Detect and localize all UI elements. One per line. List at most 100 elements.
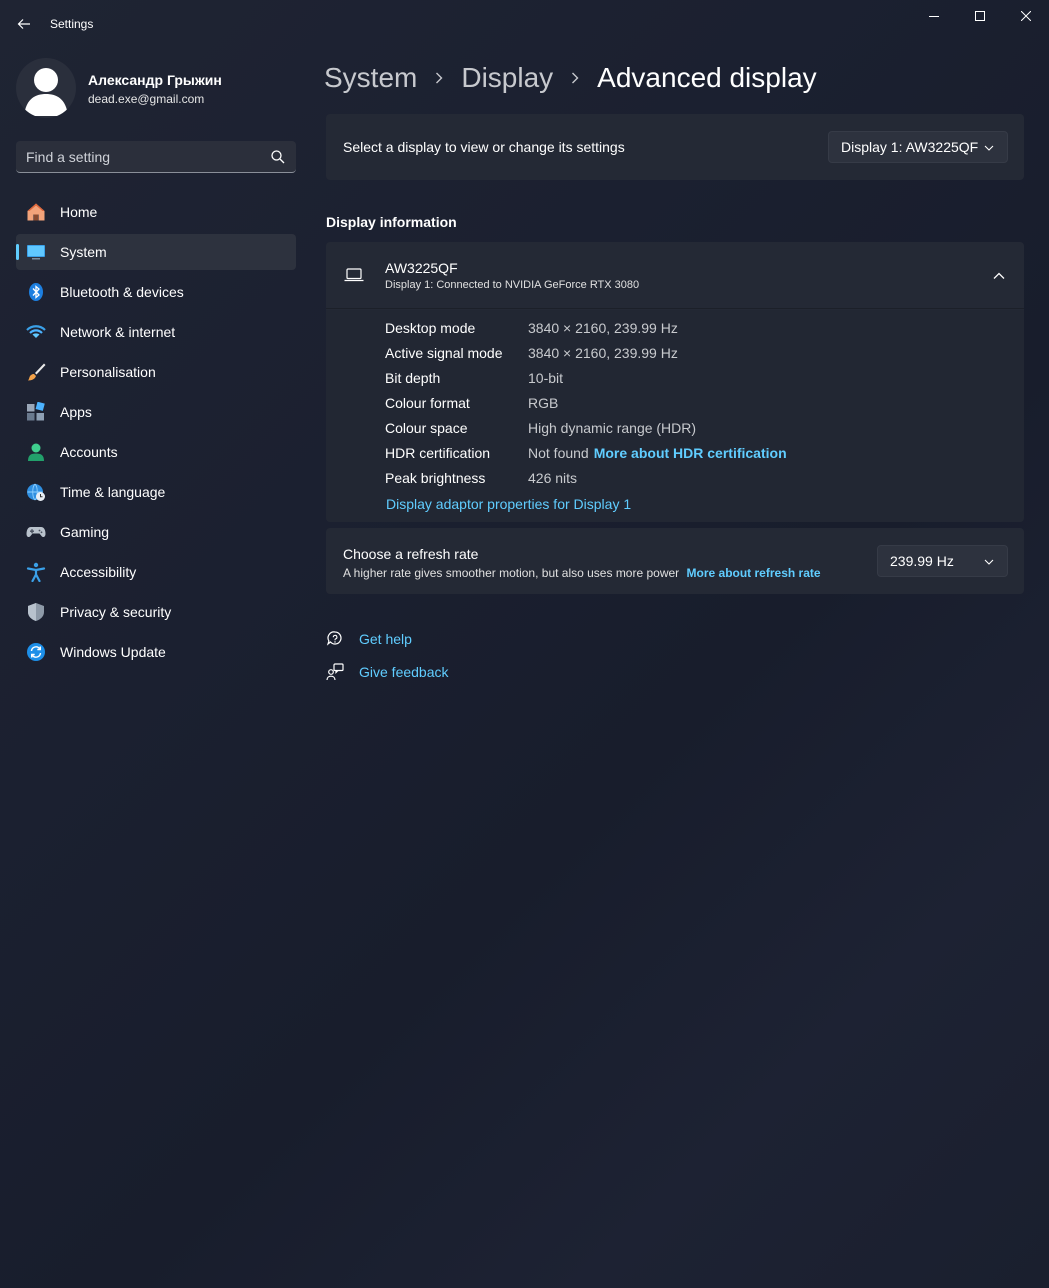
sidebar-item-label: Home [60, 204, 98, 220]
info-label: Desktop mode [385, 320, 476, 336]
update-icon [26, 642, 46, 662]
info-value: RGB [528, 395, 559, 411]
info-label: Peak brightness [385, 470, 486, 486]
refresh-rate-title: Choose a refresh rate [343, 546, 479, 562]
back-button[interactable] [10, 10, 38, 38]
user-silhouette-icon [24, 68, 68, 116]
sidebar-item-label: Privacy & security [60, 604, 172, 620]
sidebar-item-label: System [60, 244, 107, 260]
sidebar-item-windows-update[interactable]: Windows Update [16, 634, 296, 670]
minimize-icon [929, 16, 939, 17]
avatar [16, 58, 76, 118]
brush-icon [26, 362, 46, 382]
info-label: Colour space [385, 420, 468, 436]
page-title: Advanced display [597, 62, 817, 93]
sidebar-item-gaming[interactable]: Gaming [16, 514, 296, 550]
info-row: HDR certification Not found More about H… [385, 445, 787, 465]
info-value: High dynamic range (HDR) [528, 420, 697, 436]
select-display-card: Select a display to view or change its s… [326, 114, 1024, 180]
refresh-rate-description-text: A higher rate gives smoother motion, but… [343, 566, 680, 580]
sidebar-item-label: Personalisation [60, 364, 156, 380]
bluetooth-icon [26, 282, 46, 302]
sidebar-item-label: Network & internet [60, 324, 176, 340]
refresh-rate-card: Choose a refresh rate A higher rate give… [326, 528, 1024, 594]
sidebar-item-home[interactable]: Home [16, 194, 296, 230]
globe-clock-icon [26, 482, 46, 502]
info-row: Peak brightness 426 nits [385, 470, 577, 490]
sidebar-item-label: Accessibility [60, 564, 137, 580]
wifi-icon [26, 322, 46, 342]
chevron-up-icon[interactable] [992, 269, 1006, 283]
sidebar-item-accounts[interactable]: Accounts [16, 434, 296, 470]
sidebar-item-accessibility[interactable]: Accessibility [16, 554, 296, 590]
chevron-down-icon [984, 559, 994, 565]
user-profile[interactable]: Александр Грыжин dead.exe@gmail.com [16, 58, 296, 120]
search-input[interactable] [16, 141, 256, 172]
display-adaptor-properties-link[interactable]: Display adaptor properties for Display 1 [386, 496, 631, 512]
info-row: Desktop mode 3840 × 2160, 239.99 Hz [385, 320, 678, 340]
monitor-connection: Display 1: Connected to NVIDIA GeForce R… [385, 279, 640, 291]
info-value: 426 nits [528, 470, 578, 486]
get-help-text: Get help [359, 631, 412, 647]
home-icon [26, 202, 46, 222]
user-name: Александр Грыжин [88, 72, 222, 88]
info-row: Active signal mode 3840 × 2160, 239.99 H… [385, 345, 678, 365]
give-feedback-link[interactable]: Give feedback [326, 661, 449, 683]
app-title: Settings [50, 17, 94, 31]
help-chat-icon [326, 630, 344, 648]
feedback-icon [326, 663, 344, 681]
breadcrumb-display[interactable]: Display [461, 62, 553, 94]
gamepad-icon [26, 522, 46, 542]
section-title-display-information: Display information [326, 214, 457, 230]
sidebar-item-network[interactable]: Network & internet [16, 314, 296, 350]
close-button[interactable] [1006, 4, 1046, 28]
accessibility-icon [26, 562, 46, 582]
title-bar: Settings [0, 0, 1049, 48]
display-dropdown-value: Display 1: AW3225QF [841, 139, 979, 155]
user-email: dead.exe@gmail.com [88, 92, 205, 106]
display-info-card: AW3225QF Display 1: Connected to NVIDIA … [326, 242, 1024, 522]
refresh-rate-dropdown[interactable]: 239.99 Hz [877, 545, 1008, 577]
chevron-right-icon [429, 68, 449, 88]
hdr-certification-link[interactable]: More about HDR certification [594, 445, 787, 465]
back-arrow-icon [17, 19, 30, 29]
info-value: Not found [528, 445, 589, 461]
sidebar-item-privacy-security[interactable]: Privacy & security [16, 594, 296, 630]
display-info-body: Desktop mode 3840 × 2160, 239.99 Hz Acti… [326, 310, 1024, 522]
sidebar-item-label: Windows Update [60, 644, 166, 660]
search-icon[interactable] [270, 149, 286, 165]
sidebar-item-personalisation[interactable]: Personalisation [16, 354, 296, 390]
maximize-button[interactable] [960, 4, 1000, 28]
minimize-button[interactable] [914, 4, 954, 28]
info-row: Bit depth 10-bit [385, 370, 563, 390]
display-dropdown[interactable]: Display 1: AW3225QF [828, 131, 1008, 163]
breadcrumb-system[interactable]: System [324, 62, 417, 94]
sidebar-item-label: Gaming [60, 524, 110, 540]
chevron-down-icon [984, 145, 994, 151]
sidebar-item-bluetooth[interactable]: Bluetooth & devices [16, 274, 296, 310]
display-info-header[interactable]: AW3225QF Display 1: Connected to NVIDIA … [326, 242, 1024, 309]
info-row: Colour format RGB [385, 395, 558, 415]
refresh-rate-value: 239.99 Hz [890, 553, 954, 569]
sidebar-item-label: Apps [60, 404, 92, 420]
refresh-rate-link[interactable]: More about refresh rate [687, 566, 821, 580]
maximize-icon [975, 11, 985, 21]
give-feedback-text: Give feedback [359, 664, 449, 680]
apps-icon [26, 402, 46, 422]
sidebar-nav: Home System Bluetooth & devices Network … [16, 194, 296, 674]
close-icon [1021, 11, 1031, 21]
sidebar-item-label: Bluetooth & devices [60, 284, 184, 300]
select-display-label: Select a display to view or change its s… [343, 139, 625, 155]
chevron-right-icon [565, 68, 585, 88]
sidebar-item-time-language[interactable]: Time & language [16, 474, 296, 510]
shield-icon [26, 602, 46, 622]
get-help-link[interactable]: Get help [326, 628, 412, 650]
system-icon [26, 242, 46, 262]
breadcrumb: System Display Advanced display [324, 58, 817, 98]
search-box[interactable] [16, 141, 296, 173]
sidebar-item-system[interactable]: System [16, 234, 296, 270]
info-value: 3840 × 2160, 239.99 Hz [528, 320, 678, 336]
monitor-name: AW3225QF [385, 260, 458, 276]
sidebar-item-apps[interactable]: Apps [16, 394, 296, 430]
info-row: Colour space High dynamic range (HDR) [385, 420, 696, 440]
